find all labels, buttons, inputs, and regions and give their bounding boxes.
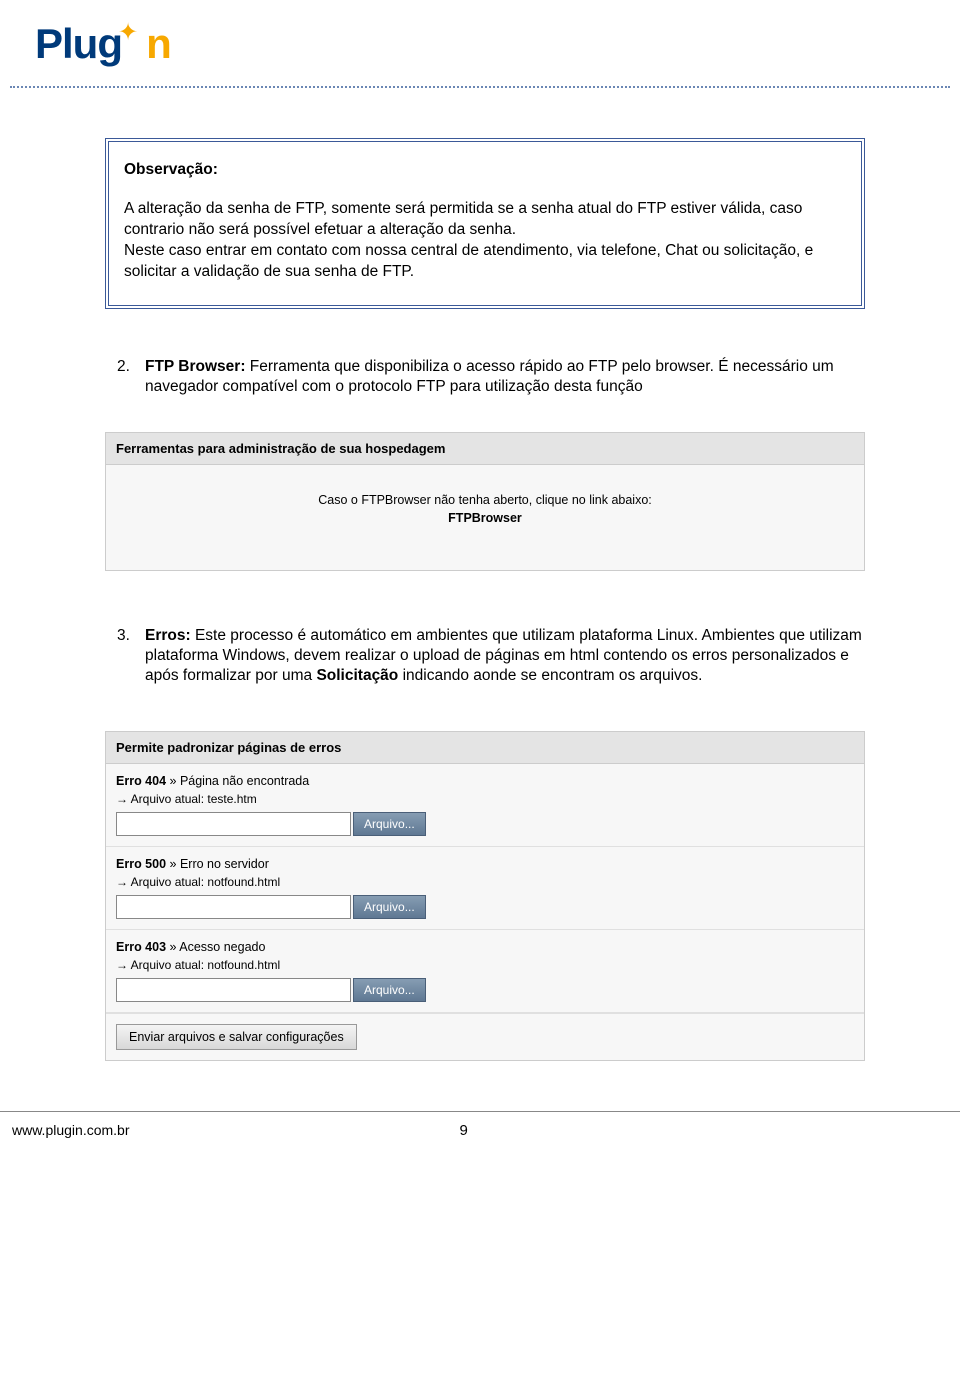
observation-para-2: Neste caso entrar em contato com nossa c… xyxy=(124,241,843,283)
logo-text-plug: Plug xyxy=(35,20,122,68)
error-desc: Página não encontrada xyxy=(180,774,309,788)
error-row-403: Erro 403 » Acesso negado → Arquivo atual… xyxy=(106,930,864,1013)
submit-row: Enviar arquivos e salvar configurações xyxy=(106,1013,864,1060)
current-file: notfound.html xyxy=(207,875,280,889)
observation-para-1: A alteração da senha de FTP, somente ser… xyxy=(124,199,843,241)
star-icon: ✦ xyxy=(118,18,138,47)
item-number: 2. xyxy=(117,357,145,377)
logo-container: Plug ✦ n xyxy=(0,10,960,68)
file-input-403[interactable] xyxy=(116,978,351,1002)
error-row-404: Erro 404 » Página não encontrada → Arqui… xyxy=(106,764,864,847)
ftp-widget: Ferramentas para administração de sua ho… xyxy=(105,432,865,571)
error-desc: Acesso negado xyxy=(179,940,265,954)
error-code: Erro 403 xyxy=(116,940,166,954)
error-row-500: Erro 500 » Erro no servidor → Arquivo at… xyxy=(106,847,864,930)
errors-label: Erros: xyxy=(145,627,191,644)
file-button-500[interactable]: Arquivo... xyxy=(353,895,426,919)
errors-widget: Permite padronizar páginas de erros Erro… xyxy=(105,731,865,1061)
ftp-browser-label: FTP Browser: xyxy=(145,358,246,375)
page-number: 9 xyxy=(460,1122,468,1139)
ftp-browser-text: Ferramenta que disponibiliza o acesso rá… xyxy=(145,358,834,395)
list-item-2: 2.FTP Browser: Ferramenta que disponibil… xyxy=(105,357,865,397)
arrow-icon: → Arquivo atual: xyxy=(116,875,207,889)
ftpbrowser-link[interactable]: FTPBrowser xyxy=(116,511,854,525)
file-button-404[interactable]: Arquivo... xyxy=(353,812,426,836)
solicitacao-bold: Solicitação xyxy=(316,667,398,684)
list-item-3: 3.Erros: Este processo é automático em a… xyxy=(105,626,865,686)
errors-text-2: indicando aonde se encontram os arquivos… xyxy=(398,667,702,684)
footer: www.plugin.com.br 9 xyxy=(0,1111,960,1139)
observation-heading: Observação: xyxy=(124,160,843,181)
errors-widget-title: Permite padronizar páginas de erros xyxy=(106,732,864,764)
file-button-403[interactable]: Arquivo... xyxy=(353,978,426,1002)
error-code: Erro 404 xyxy=(116,774,166,788)
ftp-widget-instruction: Caso o FTPBrowser não tenha aberto, cliq… xyxy=(116,493,854,507)
file-input-404[interactable] xyxy=(116,812,351,836)
ftp-widget-title: Ferramentas para administração de sua ho… xyxy=(106,433,864,465)
current-file: teste.htm xyxy=(207,792,256,806)
error-code: Erro 500 xyxy=(116,857,166,871)
current-file: notfound.html xyxy=(207,958,280,972)
submit-button[interactable]: Enviar arquivos e salvar configurações xyxy=(116,1024,357,1050)
divider-top xyxy=(10,86,950,88)
observation-box: Observação: A alteração da senha de FTP,… xyxy=(105,138,865,309)
footer-url: www.plugin.com.br xyxy=(12,1122,130,1138)
item-number: 3. xyxy=(117,626,145,646)
arrow-icon: → Arquivo atual: xyxy=(116,958,207,972)
error-desc: Erro no servidor xyxy=(180,857,269,871)
logo-text-in: n xyxy=(146,20,171,68)
file-input-500[interactable] xyxy=(116,895,351,919)
arrow-icon: → Arquivo atual: xyxy=(116,792,207,806)
